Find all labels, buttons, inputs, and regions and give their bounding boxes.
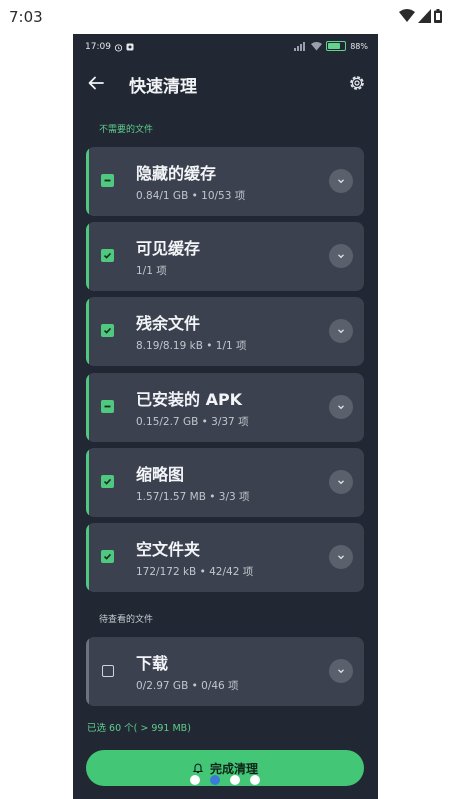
item-title: 空文件夹 — [136, 540, 201, 559]
checkbox-checked[interactable] — [101, 475, 114, 488]
chevron-down-icon — [338, 254, 344, 259]
alarm-icon — [114, 43, 123, 52]
page-dot-active — [210, 775, 220, 785]
minus-icon — [104, 179, 111, 182]
check-icon — [103, 478, 112, 485]
expand-button[interactable] — [329, 659, 353, 683]
page-title: 快速清理 — [129, 77, 197, 97]
chevron-down-icon — [338, 480, 344, 485]
device-status-bar: 7:03 — [0, 0, 450, 34]
expand-button[interactable] — [329, 319, 353, 343]
card-accent — [86, 222, 89, 291]
list-item-empty-folders[interactable]: 空文件夹 172/172 kB • 42/42 项 — [86, 523, 364, 592]
device-clock: 7:03 — [9, 8, 43, 26]
item-title: 残余文件 — [136, 314, 201, 333]
card-accent — [86, 147, 89, 216]
item-title: 可见缓存 — [136, 239, 201, 258]
list-item-residual-files[interactable]: 残余文件 8.19/8.19 kB • 1/1 项 — [86, 297, 364, 366]
list-item-hidden-cache[interactable]: 隐藏的缓存 0.84/1 GB • 10/53 项 — [86, 147, 364, 216]
app-clock: 17:09 — [85, 42, 111, 52]
card-accent — [86, 373, 89, 442]
item-subtitle: 0.84/1 GB • 10/53 项 — [136, 190, 246, 202]
expand-button[interactable] — [329, 470, 353, 494]
battery-icon — [434, 9, 442, 23]
item-subtitle: 0.15/2.7 GB • 3/37 项 — [136, 416, 249, 428]
check-icon — [103, 553, 112, 560]
card-accent — [86, 297, 89, 366]
app-screen: 17:09 88% 快速清理 不需要的文件 隐藏的缓存 0.84/1 GB • — [73, 34, 378, 799]
list-item-visible-cache[interactable]: 可见缓存 1/1 项 — [86, 222, 364, 291]
checkbox-checked[interactable] — [101, 249, 114, 262]
app-bar: 快速清理 — [73, 66, 378, 104]
page-dot — [190, 775, 200, 785]
battery-level: 88% — [350, 41, 368, 51]
page-dot — [230, 775, 240, 785]
checkbox-checked[interactable] — [101, 324, 114, 337]
checkbox-checked[interactable] — [101, 550, 114, 563]
page-dot — [250, 775, 260, 785]
item-subtitle: 0/2.97 GB • 0/46 项 — [136, 680, 239, 692]
item-subtitle: 1/1 项 — [136, 265, 167, 277]
bell-icon — [192, 763, 204, 774]
check-icon — [103, 327, 112, 334]
item-title: 下载 — [136, 654, 169, 673]
list-item-downloads[interactable]: 下载 0/2.97 GB • 0/46 项 — [86, 637, 364, 706]
expand-button[interactable] — [329, 244, 353, 268]
expand-button[interactable] — [329, 169, 353, 193]
section-label-review: 待查看的文件 — [99, 615, 154, 625]
gear-icon[interactable] — [348, 74, 366, 92]
chevron-down-icon — [338, 669, 344, 674]
expand-button[interactable] — [329, 395, 353, 419]
item-title: 缩略图 — [136, 465, 185, 484]
minus-icon — [104, 405, 111, 408]
chevron-down-icon — [338, 179, 344, 184]
wifi-icon — [399, 9, 415, 22]
list-item-installed-apk[interactable]: 已安装的 APK 0.15/2.7 GB • 3/37 项 — [86, 373, 364, 442]
partial-checkbox[interactable] — [101, 174, 114, 187]
notification-icon — [126, 43, 134, 51]
app-status-bar: 17:09 88% — [73, 34, 378, 62]
item-title: 已安装的 APK — [136, 390, 243, 409]
partial-checkbox[interactable] — [101, 400, 114, 413]
chevron-down-icon — [338, 555, 344, 560]
check-icon — [103, 252, 112, 259]
item-subtitle: 8.19/8.19 kB • 1/1 项 — [136, 340, 247, 352]
section-label-unneeded: 不需要的文件 — [99, 125, 154, 135]
battery-icon — [326, 41, 347, 51]
chevron-down-icon — [338, 329, 344, 334]
selected-summary: 已选 60 个( > 991 MB) — [87, 723, 191, 734]
signal-icon — [418, 9, 431, 23]
list-item-thumbnails[interactable]: 缩略图 1.57/1.57 MB • 3/3 项 — [86, 448, 364, 517]
checkbox-unchecked[interactable] — [102, 665, 114, 677]
item-subtitle: 1.57/1.57 MB • 3/3 项 — [136, 491, 250, 503]
item-title: 隐藏的缓存 — [136, 164, 217, 183]
card-accent — [86, 523, 89, 592]
card-accent — [86, 637, 89, 706]
cell-signal-icon — [294, 41, 306, 51]
page-indicator — [190, 775, 260, 785]
back-arrow-icon[interactable] — [87, 74, 105, 92]
item-subtitle: 172/172 kB • 42/42 项 — [136, 566, 254, 578]
finish-clean-label: 完成清理 — [209, 761, 258, 776]
card-accent — [86, 448, 89, 517]
chevron-down-icon — [338, 405, 344, 410]
device-status-icons — [399, 9, 442, 23]
expand-button[interactable] — [329, 545, 353, 569]
wifi-icon — [311, 41, 323, 50]
